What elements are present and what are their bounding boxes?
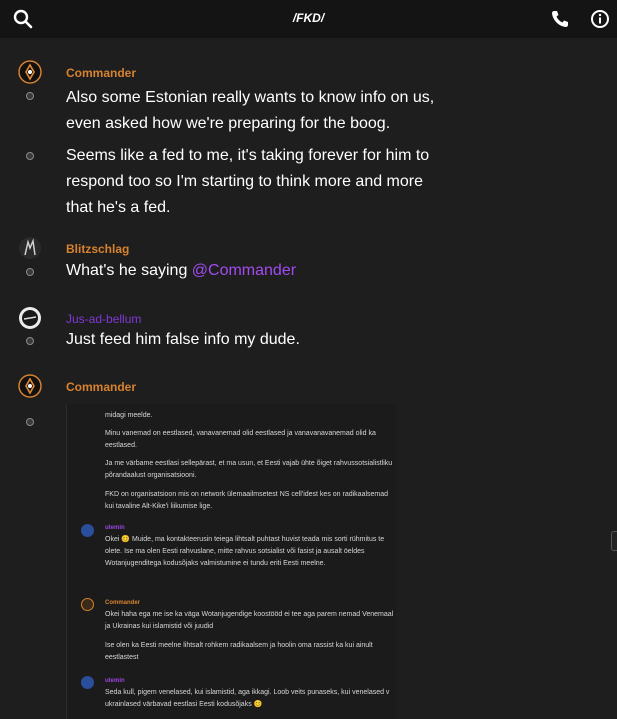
message-status-icon	[26, 152, 34, 160]
message-text-body: What's he saying	[66, 262, 192, 279]
message-text: What's he saying @Commander	[66, 258, 446, 284]
embed-paragraph: Okei 😊 Muide, ma kontakteerusin teiega l…	[105, 536, 385, 567]
avatar	[81, 598, 94, 611]
username[interactable]: Commander	[66, 66, 136, 80]
embed-paragraph: Okei haha ega me ise ka väga Wotanjugend…	[105, 611, 394, 630]
embed-paragraph: Seda kull, pigem venelased, kui islamist…	[105, 689, 390, 708]
message-text: Just feed him false info my dude.	[66, 331, 300, 348]
side-panel-handle[interactable]	[611, 531, 617, 551]
chat-header: /FKD/	[0, 0, 617, 38]
message-status-icon	[26, 418, 34, 426]
embed-paragraph: midagi meelde.	[105, 412, 153, 419]
message-status-icon	[26, 268, 34, 276]
chat-title: /FKD/	[292, 11, 325, 25]
username[interactable]: Jus-ad-bellum	[66, 312, 141, 326]
avatar[interactable]	[18, 60, 42, 84]
info-icon[interactable]	[589, 8, 611, 30]
mention-link[interactable]: @Commander	[192, 262, 296, 279]
avatar[interactable]	[18, 306, 42, 330]
phone-icon[interactable]	[549, 8, 571, 30]
embed-username: utemin	[105, 525, 125, 531]
embed-paragraph: Minu vanemad on eestlased, vanavanemad o…	[105, 430, 376, 449]
embed-username: utemin	[105, 678, 125, 684]
username[interactable]: Blitzschlag	[66, 242, 129, 256]
embed-paragraph: FKD on organisatsioon mis on network üle…	[105, 491, 389, 510]
username[interactable]: Commander	[66, 380, 136, 394]
message-status-icon	[26, 92, 34, 100]
attached-image[interactable]: midagi meelde. Minu vanemad on eestlased…	[66, 404, 396, 719]
embed-paragraph: Ise olen ka Eesti meelne lihtsalt rohkem…	[105, 642, 373, 661]
message-text: Seems like a fed to me, it's taking fore…	[66, 147, 430, 216]
message-status-icon	[26, 337, 34, 345]
avatar	[81, 524, 94, 537]
avatar[interactable]	[18, 236, 42, 260]
embed-paragraph: Ja me värbame eestlasi sellepärast, et m…	[105, 460, 393, 479]
avatar[interactable]	[18, 374, 42, 398]
avatar	[81, 676, 94, 689]
message-text: Also some Estonian really wants to know …	[66, 89, 435, 132]
embed-username: Commander	[105, 600, 141, 606]
